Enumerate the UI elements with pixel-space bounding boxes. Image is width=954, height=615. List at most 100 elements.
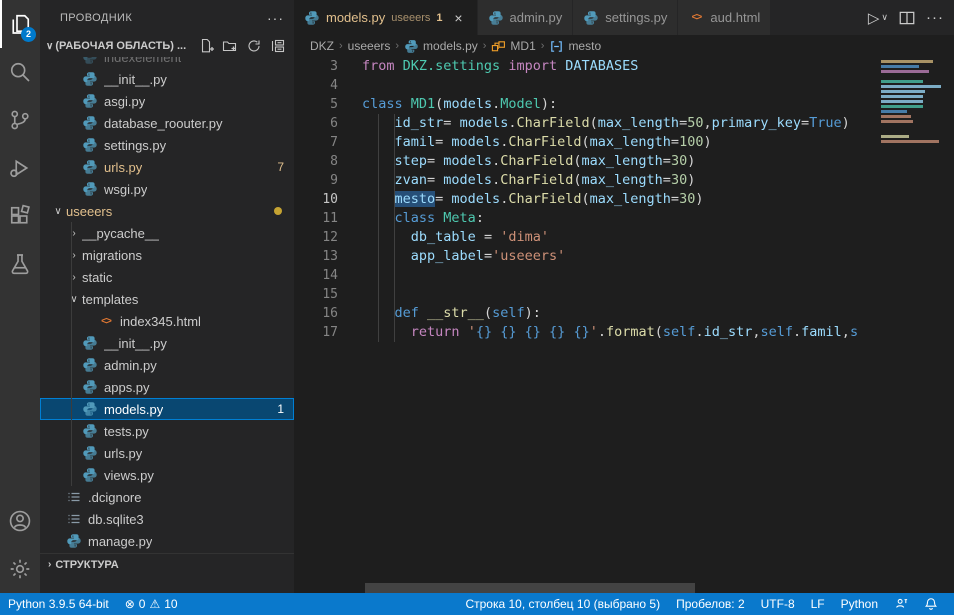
tree-folder-useeers[interactable]: ∨useeers xyxy=(40,200,294,222)
code-token: ( xyxy=(582,191,590,207)
split-editor-icon[interactable] xyxy=(898,9,916,27)
tree-file-apps-py[interactable]: apps.py xyxy=(40,376,294,398)
tree-file-manage-py[interactable]: manage.py xyxy=(40,530,294,552)
tree-file-urls-py[interactable]: urls.py xyxy=(40,442,294,464)
tab-models-py[interactable]: models.pyuseeers1× xyxy=(294,0,477,35)
tree-file-asgi-py[interactable]: asgi.py xyxy=(40,90,294,112)
code-token: = xyxy=(671,191,679,207)
tree-file-admin-py[interactable]: admin.py xyxy=(40,354,294,376)
refresh-icon[interactable] xyxy=(246,38,262,54)
code-token xyxy=(362,248,411,264)
testing-activity-icon[interactable] xyxy=(0,240,40,288)
minimap-line xyxy=(881,100,923,103)
breadcrumb-label: models.py xyxy=(423,39,478,53)
notifications-bell-icon[interactable] xyxy=(916,593,946,615)
breadcrumb-item-md1[interactable]: MD1 xyxy=(491,39,535,54)
code-token: 100 xyxy=(679,134,703,150)
tree-file-wsgi-py[interactable]: wsgi.py xyxy=(40,178,294,200)
tree-file-views-py[interactable]: views.py xyxy=(40,464,294,486)
tree-file-models-py[interactable]: models.py1 xyxy=(40,398,294,420)
code-token: ) xyxy=(703,134,711,150)
feedback-icon[interactable] xyxy=(886,593,916,615)
tab-aud-html[interactable]: <>aud.html xyxy=(678,0,770,35)
python-interpreter-status[interactable]: Python 3.9.5 64-bit xyxy=(0,593,117,615)
breadcrumb-item-dkz[interactable]: DKZ xyxy=(310,39,334,53)
line-number: 8 xyxy=(294,152,338,171)
tree-file-database-roouter-py[interactable]: database_roouter.py xyxy=(40,112,294,134)
tab-admin-py[interactable]: admin.py xyxy=(478,0,573,35)
run-debug-activity-icon[interactable] xyxy=(0,144,40,192)
close-icon[interactable]: × xyxy=(451,10,467,26)
workspace-section-header[interactable]: ∨ (РАБОЧАЯ ОБЛАСТЬ) ... xyxy=(40,35,294,57)
settings-activity-icon[interactable] xyxy=(0,545,40,593)
code-token: max_length xyxy=(590,191,671,207)
tree-folder-templates[interactable]: ∨templates xyxy=(40,288,294,310)
horizontal-scrollbar[interactable] xyxy=(365,583,695,593)
editor-group: models.py useeers 1 × admin.pysettings.py<>a… xyxy=(294,0,954,593)
tree-file-urls-py[interactable]: urls.py7 xyxy=(40,156,294,178)
code-token: ( xyxy=(590,115,598,131)
code-line-11: 11 class Meta: xyxy=(294,209,878,228)
indentation-status[interactable]: Пробелов: 2 xyxy=(668,593,753,615)
tree-folder-migrations[interactable]: ›migrations xyxy=(40,244,294,266)
tree-file-settings-py[interactable]: settings.py xyxy=(40,134,294,156)
python-file-icon xyxy=(82,71,98,87)
tree-file-db-sqlite3[interactable]: db.sqlite3 xyxy=(40,508,294,530)
tab-bar: models.pyuseeers1×admin.pysettings.py<>a… xyxy=(294,0,954,35)
code-token: DKZ.settings xyxy=(403,58,501,74)
file-tree: indexelement__init__.pyasgi.pydatabase_r… xyxy=(40,57,294,553)
minimap-line xyxy=(881,95,923,98)
tree-folder-static[interactable]: ›static xyxy=(40,266,294,288)
search-activity-icon[interactable] xyxy=(0,48,40,96)
eol-status[interactable]: LF xyxy=(803,593,833,615)
explorer-badge: 2 xyxy=(21,27,36,42)
tab-problems-badge: 1 xyxy=(436,12,442,24)
tree-file-tests-py[interactable]: tests.py xyxy=(40,420,294,442)
problems-status[interactable]: ⊗ 0 ⚠ 10 xyxy=(117,593,186,615)
code-token: 30 xyxy=(679,191,695,207)
new-file-icon[interactable] xyxy=(198,38,214,54)
indent-guide xyxy=(394,323,395,342)
language-mode-status[interactable]: Python xyxy=(833,593,886,615)
code-token: 50 xyxy=(687,115,703,131)
new-folder-icon[interactable] xyxy=(222,38,238,54)
code-token: id_str xyxy=(704,324,753,340)
outline-section-header[interactable]: › СТРУКТУРА xyxy=(40,553,294,593)
run-button[interactable]: ▷∨ xyxy=(868,9,888,27)
code-token: DATABASES xyxy=(565,58,638,74)
code-token: return xyxy=(411,324,468,340)
code-editor[interactable]: 3from DKZ.settings import DATABASES45cla… xyxy=(294,57,878,593)
code-token: {} xyxy=(500,324,516,340)
code-token: = xyxy=(435,134,451,150)
code-token: CharField xyxy=(508,191,581,207)
tree-item-label: static xyxy=(82,270,112,285)
tree-file-index345-html[interactable]: <>index345.html xyxy=(40,310,294,332)
account-activity-icon[interactable] xyxy=(0,497,40,545)
explorer-more-icon[interactable]: ··· xyxy=(267,10,284,26)
line-number: 16 xyxy=(294,304,338,323)
tree-file--dcignore[interactable]: .dcignore xyxy=(40,486,294,508)
tab-settings-py[interactable]: settings.py xyxy=(573,0,677,35)
tree-folder--pycache-[interactable]: ›__pycache__ xyxy=(40,222,294,244)
breadcrumb-item-useeers[interactable]: useeers xyxy=(348,39,391,53)
encoding-status[interactable]: UTF-8 xyxy=(753,593,803,615)
minimap[interactable] xyxy=(878,57,944,593)
code-token xyxy=(362,324,411,340)
code-token: def xyxy=(395,305,428,321)
line-number: 12 xyxy=(294,228,338,247)
breadcrumb-item-mesto[interactable]: mesto xyxy=(549,39,601,54)
collapse-all-icon[interactable] xyxy=(270,38,286,54)
extensions-activity-icon[interactable] xyxy=(0,192,40,240)
tree-file-indexelement[interactable]: indexelement xyxy=(40,57,294,68)
breadcrumb-item-models-py[interactable]: models.py xyxy=(404,39,478,54)
explorer-activity-icon[interactable]: 2 xyxy=(0,0,40,48)
source-control-activity-icon[interactable] xyxy=(0,96,40,144)
explorer-title: ПРОВОДНИК xyxy=(60,12,132,24)
tree-file--init-py[interactable]: __init__.py xyxy=(40,68,294,90)
code-token: Model xyxy=(500,96,541,112)
tree-file--init-py[interactable]: __init__.py xyxy=(40,332,294,354)
code-token xyxy=(362,229,411,245)
code-token: primary_key xyxy=(712,115,801,131)
cursor-position-status[interactable]: Строка 10, столбец 10 (выбрано 5) xyxy=(457,593,668,615)
editor-more-icon[interactable]: ··· xyxy=(926,9,944,26)
